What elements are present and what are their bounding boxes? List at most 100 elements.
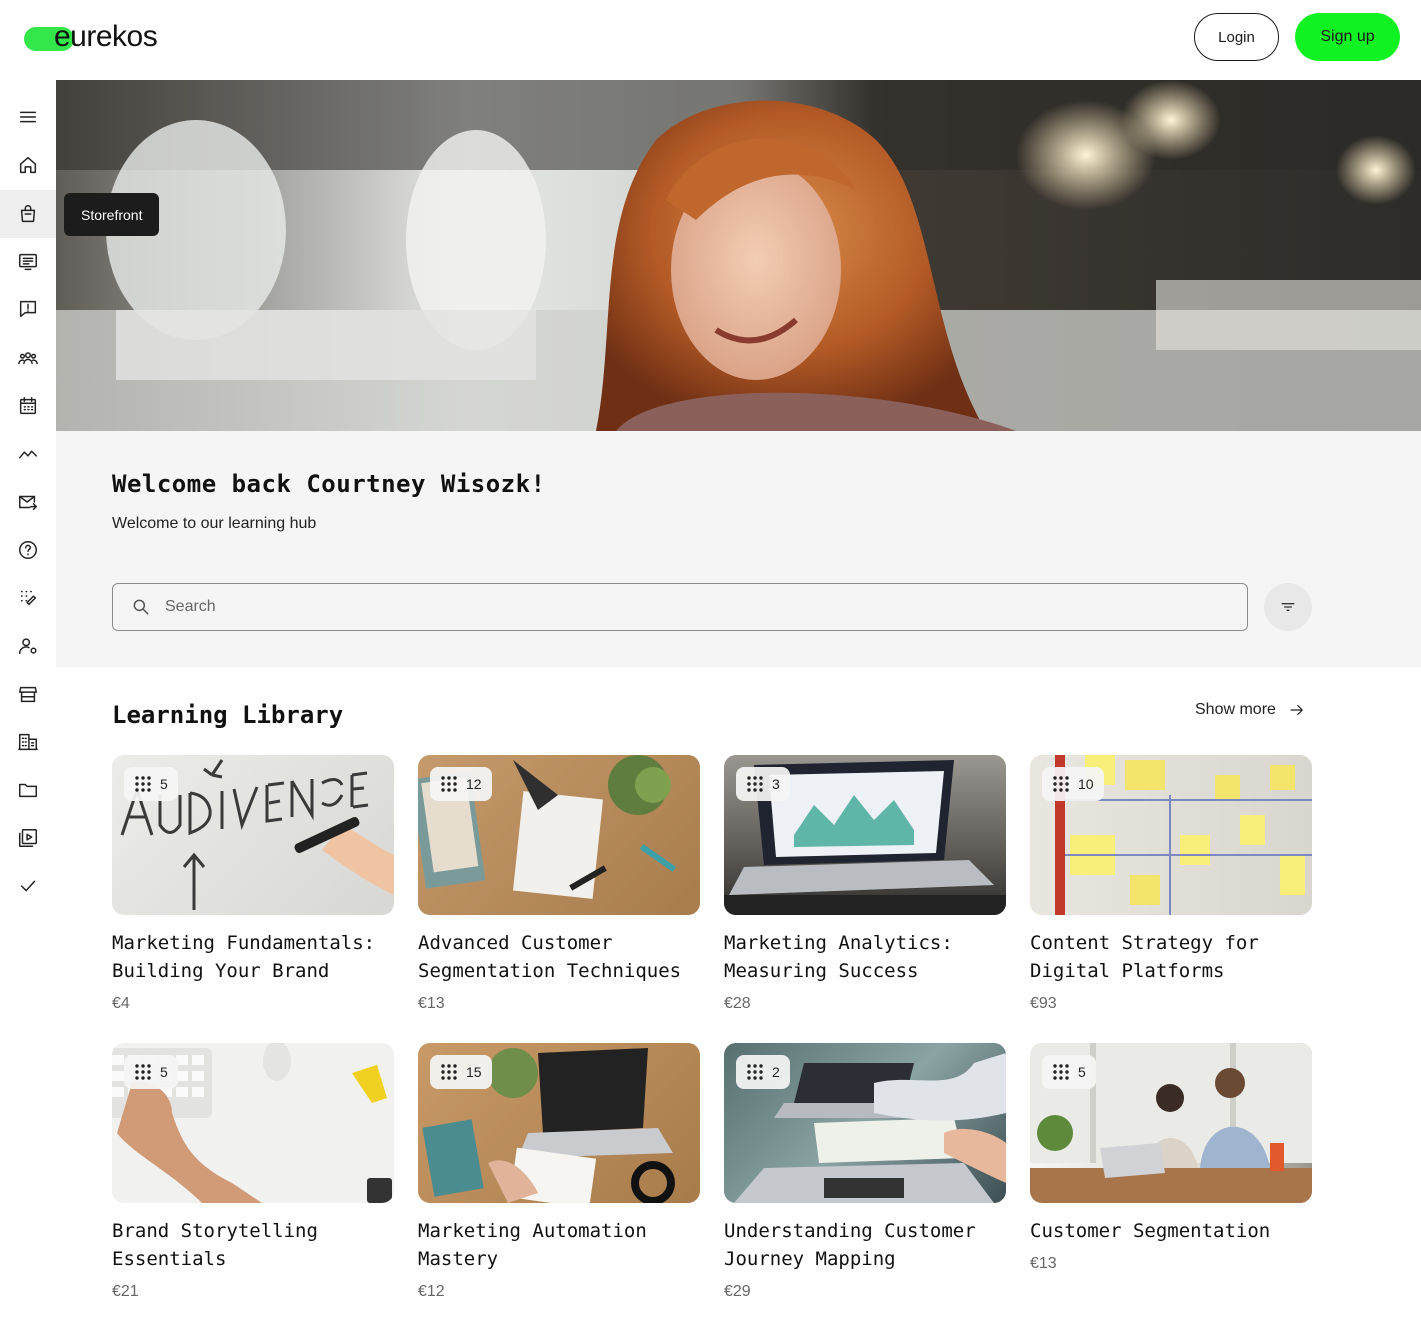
lesson-count: 10 xyxy=(1078,776,1094,792)
course-thumbnail[interactable]: 5 xyxy=(112,1043,394,1203)
course-thumbnail[interactable]: 3 xyxy=(724,755,1006,915)
course-thumbnail[interactable]: 15 xyxy=(418,1043,700,1203)
course-card[interactable]: 5 Customer Segmentation €13 xyxy=(1030,1043,1312,1273)
lesson-count: 15 xyxy=(466,1064,482,1080)
lesson-count-badge: 5 xyxy=(124,1055,178,1089)
modules-grid-icon xyxy=(441,1064,457,1080)
ai-magic-icon xyxy=(20,590,37,606)
lesson-count: 5 xyxy=(160,1064,168,1080)
modules-grid-icon xyxy=(1053,776,1069,792)
arrow-right-icon xyxy=(1290,704,1303,716)
show-more-link[interactable]: Show more xyxy=(1195,701,1306,719)
sidebar-item-mail[interactable] xyxy=(0,478,56,526)
course-card[interactable]: 3 Marketing Analytics: Measuring Success… xyxy=(724,755,1006,1013)
sidebar-item-home[interactable] xyxy=(0,141,56,189)
sidebar-item-analytics[interactable] xyxy=(0,430,56,478)
course-title[interactable]: Marketing Fundamentals: Building Your Br… xyxy=(112,929,402,985)
lesson-count-badge: 2 xyxy=(736,1055,790,1089)
analytics-icon xyxy=(19,450,37,459)
lesson-count-badge: 12 xyxy=(430,767,492,801)
show-more-label: Show more xyxy=(1195,701,1276,718)
filter-icon xyxy=(1281,603,1295,611)
lesson-count-badge: 5 xyxy=(1042,1055,1096,1089)
sidebar-item-storefront-bag[interactable] xyxy=(0,190,56,238)
course-title[interactable]: Advanced Customer Segmentation Technique… xyxy=(418,929,708,985)
course-title[interactable]: Understanding Customer Journey Mapping xyxy=(724,1217,1014,1273)
sidebar-item-menu[interactable] xyxy=(0,93,56,141)
hero-illustration xyxy=(56,80,1421,431)
login-button[interactable]: Login xyxy=(1194,13,1279,61)
sidebar-item-videos[interactable] xyxy=(0,814,56,862)
sidebar-item-user-settings[interactable] xyxy=(0,622,56,670)
lesson-count: 5 xyxy=(160,776,168,792)
course-card[interactable]: 15 Marketing Automation Mastery €12 xyxy=(418,1043,700,1301)
lesson-count-badge: 3 xyxy=(736,767,790,801)
course-card[interactable]: 10 Content Strategy for Digital Platform… xyxy=(1030,755,1312,1013)
storefront-icon xyxy=(19,686,37,703)
welcome-subtitle: Welcome to our learning hub xyxy=(112,515,317,532)
building-icon xyxy=(18,733,38,751)
home-icon xyxy=(19,156,37,174)
folder-icon xyxy=(19,783,37,798)
course-title[interactable]: Content Strategy for Digital Platforms xyxy=(1030,929,1320,985)
calendar-icon xyxy=(19,397,37,415)
modules-grid-icon xyxy=(1053,1064,1069,1080)
search-box[interactable] xyxy=(112,583,1248,631)
course-price: €12 xyxy=(418,1283,445,1300)
course-title[interactable]: Marketing Automation Mastery xyxy=(418,1217,708,1273)
course-price: €93 xyxy=(1030,995,1057,1012)
modules-grid-icon xyxy=(441,776,457,792)
course-title[interactable]: Marketing Analytics: Measuring Success xyxy=(724,929,1014,985)
course-thumbnail[interactable]: 5 xyxy=(112,755,394,915)
course-thumbnail[interactable]: 10 xyxy=(1030,755,1312,915)
course-card[interactable]: 12 Advanced Customer Segmentation Techni… xyxy=(418,755,700,1013)
modules-grid-icon xyxy=(135,776,151,792)
course-thumbnail[interactable]: 5 xyxy=(1030,1043,1312,1203)
sidebar-item-feedback[interactable] xyxy=(0,285,56,333)
lesson-count: 3 xyxy=(772,776,780,792)
community-icon xyxy=(18,352,38,365)
course-card[interactable]: 5 Marketing Fundamentals: Building Your … xyxy=(112,755,394,1013)
search-input[interactable] xyxy=(165,598,1165,616)
sidebar-item-organization[interactable] xyxy=(0,718,56,766)
course-title[interactable]: Customer Segmentation xyxy=(1030,1217,1320,1245)
sidebar-item-files[interactable] xyxy=(0,766,56,814)
welcome-panel xyxy=(56,431,1421,667)
courses-icon xyxy=(19,253,37,271)
course-price: €13 xyxy=(418,995,445,1012)
learning-library-title: Learning Library xyxy=(112,701,344,729)
sidebar-item-calendar[interactable] xyxy=(0,382,56,430)
search-icon xyxy=(133,599,149,615)
filter-button[interactable] xyxy=(1264,583,1312,631)
shopping-bag-icon xyxy=(20,205,36,223)
course-thumbnail[interactable]: 2 xyxy=(724,1043,1006,1203)
course-thumbnail[interactable]: 12 xyxy=(418,755,700,915)
lesson-count: 12 xyxy=(466,776,482,792)
lesson-count-badge: 10 xyxy=(1042,767,1104,801)
sidebar-nav xyxy=(0,80,56,1322)
help-icon xyxy=(19,541,37,559)
course-price: €21 xyxy=(112,1283,139,1300)
menu-icon xyxy=(19,111,37,123)
hero-banner-image xyxy=(56,80,1421,431)
lesson-count: 5 xyxy=(1078,1064,1086,1080)
signup-button[interactable]: Sign up xyxy=(1295,13,1400,61)
logo-text: eurekos xyxy=(54,20,158,53)
sidebar-item-ai[interactable] xyxy=(0,574,56,622)
mail-send-icon xyxy=(19,495,37,511)
sidebar-item-storefront[interactable] xyxy=(0,670,56,718)
course-card[interactable]: 5 Brand Storytelling Essentials €21 xyxy=(112,1043,394,1301)
modules-grid-icon xyxy=(747,1064,763,1080)
sidebar-item-help[interactable] xyxy=(0,526,56,574)
eurekos-logo[interactable]: eurekos xyxy=(24,20,158,54)
top-header: eurekos Login Sign up xyxy=(0,0,1421,80)
modules-grid-icon xyxy=(135,1064,151,1080)
sidebar-item-community[interactable] xyxy=(0,334,56,382)
course-title[interactable]: Brand Storytelling Essentials xyxy=(112,1217,402,1273)
sidebar-item-courses[interactable] xyxy=(0,238,56,286)
storefront-tooltip: Storefront xyxy=(64,193,160,236)
course-card[interactable]: 2 Understanding Customer Journey Mapping… xyxy=(724,1043,1006,1301)
course-price: €4 xyxy=(112,995,130,1012)
feedback-icon xyxy=(19,300,37,318)
sidebar-item-tasks[interactable] xyxy=(0,862,56,910)
